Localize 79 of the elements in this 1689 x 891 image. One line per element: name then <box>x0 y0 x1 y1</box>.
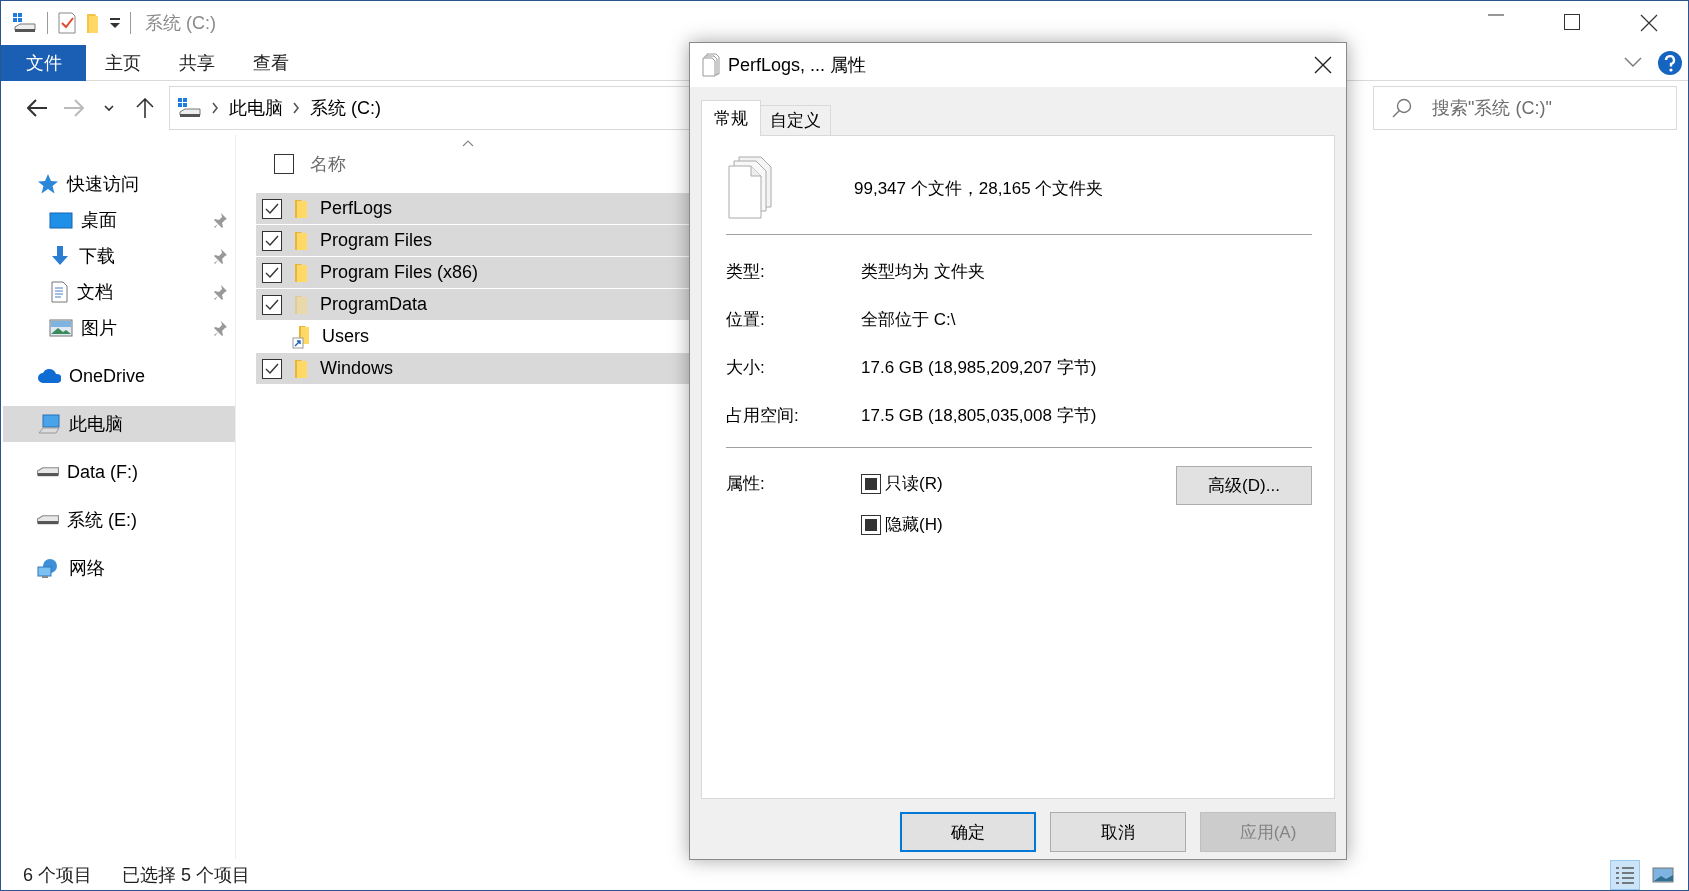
chevron-down-icon[interactable] <box>104 104 114 112</box>
chevron-right-icon <box>212 102 219 114</box>
file-row[interactable]: ProgramData <box>256 289 690 320</box>
window-title: 系统 (C:) <box>145 12 216 35</box>
property-value: 全部位于 C:\ <box>861 308 957 331</box>
document-icon <box>49 281 69 303</box>
back-arrow-icon[interactable] <box>26 98 48 118</box>
ribbon-tab[interactable]: 主页 <box>86 44 160 81</box>
search-icon <box>1392 98 1412 118</box>
file-row[interactable]: Users <box>256 321 690 352</box>
sidebar-item[interactable]: 文档 <box>1 274 235 310</box>
sidebar-item[interactable]: OneDrive <box>1 358 235 394</box>
attribute-checkbox[interactable]: 隐藏(H) <box>861 513 1176 536</box>
dialog-button[interactable]: 取消 <box>1050 812 1186 852</box>
item-count: 6 个项目 <box>23 863 92 887</box>
sidebar-item[interactable]: 快速访问 <box>1 166 235 202</box>
checkbox[interactable] <box>262 198 282 219</box>
attribute-checkbox[interactable]: 只读(R) <box>861 472 1176 495</box>
drive-icon <box>37 467 59 477</box>
checklist-icon[interactable] <box>58 12 76 34</box>
sidebar-item[interactable]: 桌面 <box>1 202 235 238</box>
desktop-icon <box>49 210 73 230</box>
item-summary: 99,347 个文件，28,165 个文件夹 <box>854 177 1104 200</box>
property-value: 17.6 GB (18,985,209,207 字节) <box>861 356 1098 379</box>
property-label: 大小: <box>726 356 766 379</box>
ribbon-tab[interactable]: 共享 <box>160 44 234 81</box>
dialog-title: PerfLogs, ... 属性 <box>728 54 867 77</box>
help-icon[interactable] <box>1658 50 1682 75</box>
property-label: 位置: <box>726 308 766 331</box>
picture-icon <box>49 317 73 339</box>
up-arrow-icon[interactable] <box>136 97 154 119</box>
tab[interactable]: 自定义 <box>760 105 831 135</box>
download-icon <box>49 245 71 267</box>
checkbox[interactable] <box>262 358 282 379</box>
property-label: 占用空间: <box>726 404 800 427</box>
sidebar-item[interactable]: Data (F:) <box>1 454 235 490</box>
sidebar-item[interactable]: 系统 (E:) <box>1 502 235 538</box>
checkbox[interactable] <box>262 230 282 251</box>
checkbox[interactable] <box>274 154 294 174</box>
advanced-button[interactable]: 高级(D)... <box>1176 466 1312 505</box>
tab[interactable]: 常规 <box>701 100 761 136</box>
picture-view-icon <box>1652 864 1674 885</box>
drive-icon[interactable] <box>13 13 37 33</box>
attributes-label: 属性: <box>726 473 766 495</box>
file-row[interactable]: Windows <box>256 353 690 384</box>
file-row[interactable]: PerfLogs <box>256 193 690 224</box>
property-value: 17.5 GB (18,805,035,008 字节) <box>861 404 1098 427</box>
dropdown-icon[interactable] <box>110 18 120 28</box>
column-header[interactable]: 名称 <box>310 152 346 176</box>
sidebar-item[interactable]: 网络 <box>1 550 235 586</box>
sort-caret-icon <box>462 139 474 147</box>
documents-icon <box>726 156 774 220</box>
property-label: 类型: <box>726 260 766 283</box>
details-view-icon <box>1614 864 1636 885</box>
drive-icon <box>37 515 59 525</box>
sidebar-item[interactable]: 下载 <box>1 238 235 274</box>
checkbox[interactable] <box>262 294 282 315</box>
chevron-right-icon <box>293 102 300 114</box>
view-button[interactable] <box>1610 859 1640 890</box>
ribbon-tab[interactable]: 文件 <box>1 44 86 81</box>
computer-icon <box>37 413 61 435</box>
file-row[interactable]: Program Files (x86) <box>256 257 690 288</box>
file-row[interactable]: Program Files <box>256 225 690 256</box>
close-icon[interactable] <box>1640 14 1658 32</box>
dialog-button[interactable]: 确定 <box>900 812 1036 852</box>
drive-icon <box>178 98 202 118</box>
ribbon-tab[interactable]: 查看 <box>234 44 308 81</box>
sidebar-item[interactable]: 图片 <box>1 310 235 346</box>
close-icon[interactable] <box>1314 56 1332 74</box>
sidebar-item[interactable]: 此电脑 <box>3 406 235 442</box>
property-value: 类型均为 文件夹 <box>861 260 986 283</box>
breadcrumb[interactable]: 此电脑 <box>229 96 283 120</box>
star-icon <box>37 173 59 195</box>
search-field[interactable]: 搜索"系统 (C:)" <box>1373 86 1677 130</box>
selection-count: 已选择 5 个项目 <box>122 863 251 887</box>
checkbox[interactable] <box>262 262 282 283</box>
breadcrumb[interactable]: 系统 (C:) <box>310 96 381 120</box>
documents-icon <box>702 53 720 77</box>
maximize-icon[interactable] <box>1564 14 1580 30</box>
